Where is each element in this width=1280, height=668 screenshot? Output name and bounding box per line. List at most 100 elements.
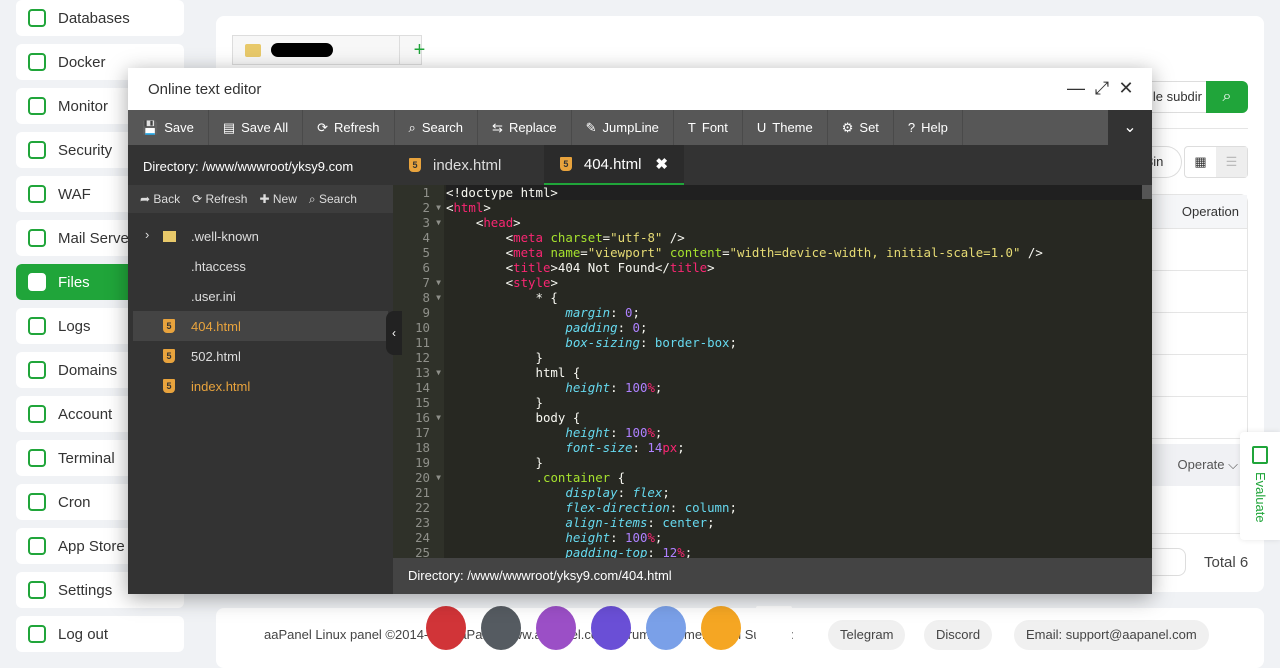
toolbar-font-button[interactable]: T Font xyxy=(674,110,743,145)
page-input[interactable] xyxy=(1146,548,1186,576)
line-number: 17 xyxy=(415,425,430,440)
line-number: 24 xyxy=(415,530,430,545)
code-line: flex-direction: column; xyxy=(446,500,1142,515)
file-tool-button[interactable]: ✚ New xyxy=(259,192,296,206)
fold-arrow-icon[interactable]: ▼ xyxy=(436,365,441,380)
path-bar[interactable]: + xyxy=(232,35,425,65)
file-item[interactable]: .user.ini xyxy=(133,281,388,311)
chevron-right-icon[interactable]: › xyxy=(145,227,149,242)
chevron-down-icon[interactable]: ⌄ xyxy=(1108,110,1152,145)
file-item[interactable]: 5 index.html xyxy=(133,371,388,401)
code-area[interactable]: <!doctype html> <html> <head> <meta chars… xyxy=(446,185,1142,558)
code-token: align-items xyxy=(565,515,648,530)
code-token: <!doctype html> xyxy=(446,185,558,200)
code-token: > xyxy=(483,200,491,215)
code-line: } xyxy=(446,455,1142,470)
code-token: % xyxy=(647,425,655,440)
grid-view-icon[interactable]: ▦ xyxy=(1185,147,1216,177)
toolbar-replace-button[interactable]: ⇆ Replace xyxy=(478,110,572,145)
code-token: : xyxy=(669,500,685,515)
code-token: < xyxy=(446,260,514,275)
toolbar-set-button[interactable]: ⚙ Set xyxy=(828,110,894,145)
file-item[interactable]: › .well-known xyxy=(133,221,388,251)
search-button[interactable]: ⌕ xyxy=(1206,81,1248,113)
fold-arrow-icon[interactable]: ▼ xyxy=(436,470,441,485)
toolbar-refresh-button[interactable]: ⟳ Refresh xyxy=(303,110,395,145)
app-blue-icon[interactable] xyxy=(646,606,686,650)
file-item[interactable]: .htaccess xyxy=(133,251,388,281)
file-tool-button[interactable]: ⌕ Search xyxy=(309,192,357,207)
toolbar-theme-button[interactable]: U Theme xyxy=(743,110,828,145)
fold-arrow-icon[interactable]: ▼ xyxy=(436,410,441,425)
toolbar-help-button[interactable]: ? Help xyxy=(894,110,963,145)
code-line: } xyxy=(446,395,1142,410)
code-token: .container xyxy=(535,470,611,485)
docker-icon xyxy=(28,53,46,71)
code-line: font-size: 14px; xyxy=(446,440,1142,455)
file-item[interactable]: 5 502.html xyxy=(133,341,388,371)
file-tool-button[interactable]: ➦ Back xyxy=(140,192,180,206)
quote-app-icon[interactable] xyxy=(536,606,576,650)
code-token: margin xyxy=(565,305,611,320)
operate-dropdown[interactable]: Operate ⌵ xyxy=(1146,444,1248,486)
code-token: /> xyxy=(662,230,685,245)
maximize-icon[interactable]: ⤢ xyxy=(1092,78,1112,99)
toolbar-save-all-button[interactable]: ▤ Save All xyxy=(209,110,304,145)
app-red-icon[interactable] xyxy=(426,606,466,650)
view-toggle[interactable]: ▦ ☰ xyxy=(1184,146,1248,178)
sidebar-item-label: Log out xyxy=(58,625,109,643)
list-view-icon[interactable]: ☰ xyxy=(1216,147,1247,177)
toolbar-jumpline-button[interactable]: ✎ JumpLine xyxy=(572,110,674,145)
file-item[interactable]: 5 404.html xyxy=(133,311,388,341)
divider xyxy=(1146,128,1248,129)
line-number: 19 xyxy=(415,455,430,470)
search-icon: ⌕ xyxy=(408,119,416,135)
code-token: ; xyxy=(654,425,663,440)
tab-index.html[interactable]: 5 index.html xyxy=(393,145,544,185)
collapse-panel-button[interactable]: ‹ xyxy=(386,311,402,355)
search-input[interactable]: le subdir xyxy=(1146,81,1206,113)
sidebar-item-databases[interactable]: Databases xyxy=(16,0,184,36)
evaluate-label: Evaluate xyxy=(1253,472,1268,523)
add-tab-button[interactable]: + xyxy=(399,36,439,64)
fold-arrow-icon[interactable]: ▼ xyxy=(436,275,441,290)
online-text-editor-dialog: Online text editor — ⤢ ✕ 💾 Save ▤ Save All ⟳… xyxy=(128,68,1152,594)
code-token: flex xyxy=(632,485,663,500)
minimize-icon[interactable]: — xyxy=(1066,78,1086,99)
discord-link[interactable]: Discord xyxy=(924,620,993,650)
toolbar-label: Refresh xyxy=(334,120,380,135)
file-name: index.html xyxy=(191,378,251,394)
html5-icon: 5 xyxy=(560,157,572,171)
code-token: : xyxy=(647,515,663,530)
fold-arrow-icon[interactable]: ▼ xyxy=(436,215,441,230)
operation-header: Operation xyxy=(1146,195,1247,229)
fold-arrow-icon[interactable]: ▼ xyxy=(436,200,441,215)
code-token: 0 xyxy=(632,320,640,335)
html5-icon: 5 xyxy=(163,349,175,363)
file-tree-panel: Directory: /www/wwwroot/yksy9.com ➦ Back… xyxy=(128,145,393,594)
file-tool-button[interactable]: ⟳ Refresh xyxy=(192,192,247,206)
telegram-link[interactable]: Telegram xyxy=(828,620,906,650)
sidebar-item-log-out[interactable]: Log out xyxy=(16,616,184,652)
evaluate-button[interactable]: Evaluate xyxy=(1240,432,1280,540)
code-editor[interactable]: 1 2 ▼ 3 ▼ 4 5 6 7 ▼ 8 ▼ 9 10 11 12 13 ▼ 14 15 16 ▼ 17 18 19 20 ▼ 21… xyxy=(393,185,1152,558)
tab-404.html[interactable]: 5 404.html ✖ xyxy=(544,145,684,185)
email-link[interactable]: Email: support@aapanel.com xyxy=(1014,620,1209,650)
close-icon[interactable]: ✕ xyxy=(1116,78,1136,99)
close-tab-icon[interactable]: ✖ xyxy=(655,155,668,173)
fold-arrow-icon[interactable]: ▼ xyxy=(436,290,441,305)
clock-icon xyxy=(28,493,46,511)
app-purple-icon[interactable] xyxy=(591,606,631,650)
code-token: : xyxy=(610,530,626,545)
recycle-icon[interactable] xyxy=(756,606,792,650)
scrollbar[interactable] xyxy=(1142,185,1152,199)
toolbar-search-button[interactable]: ⌕ Search xyxy=(395,110,479,145)
toolbar-save-button[interactable]: 💾 Save xyxy=(128,110,209,145)
line-number: 25 xyxy=(415,545,430,558)
brave-icon[interactable] xyxy=(701,606,741,650)
line-number: 21 xyxy=(415,485,430,500)
code-line: height: 100%; xyxy=(446,425,1142,440)
terminal-app-icon[interactable] xyxy=(481,606,521,650)
